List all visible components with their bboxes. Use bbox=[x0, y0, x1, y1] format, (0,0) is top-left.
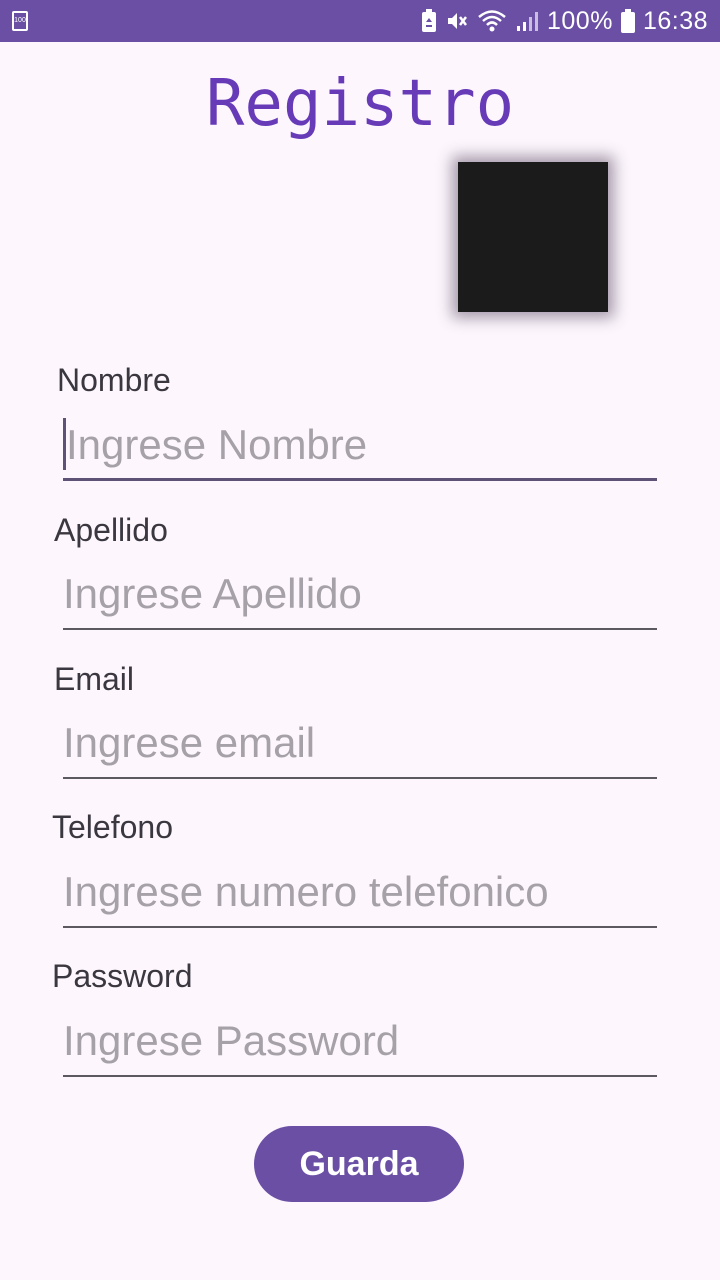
nombre-placeholder: Ingrese Nombre bbox=[66, 421, 368, 468]
battery-notification-label: 100 bbox=[14, 17, 26, 24]
email-label: Email bbox=[54, 661, 135, 697]
telefono-label: Telefono bbox=[52, 809, 173, 845]
page-title: Registro bbox=[205, 67, 515, 141]
clock: 16:38 bbox=[642, 6, 708, 35]
telefono-placeholder: Ingrese numero telefonico bbox=[63, 868, 549, 915]
apellido-input[interactable]: Ingrese Apellido bbox=[63, 564, 657, 630]
text-cursor bbox=[63, 417, 66, 470]
battery-icon bbox=[620, 9, 635, 33]
nombre-input[interactable]: Ingrese Nombre bbox=[63, 415, 657, 481]
registration-screen: 100 100% 16:38 Registro Nombre Ingrese N… bbox=[0, 0, 720, 1280]
apellido-label: Apellido bbox=[54, 512, 168, 548]
status-bar: 100 100% 16:38 bbox=[0, 0, 720, 42]
status-right: 100% 16:38 bbox=[421, 7, 708, 36]
save-button[interactable]: Guarda bbox=[254, 1126, 464, 1202]
battery-saver-icon bbox=[421, 9, 436, 32]
password-label: Password bbox=[52, 958, 193, 994]
telefono-input[interactable]: Ingrese numero telefonico bbox=[63, 862, 657, 928]
battery-percent: 100% bbox=[546, 6, 613, 35]
nombre-label: Nombre bbox=[57, 362, 171, 398]
password-input[interactable]: Ingrese Password bbox=[63, 1011, 657, 1077]
signal-icon bbox=[516, 12, 538, 31]
apellido-placeholder: Ingrese Apellido bbox=[63, 570, 362, 617]
password-placeholder: Ingrese Password bbox=[63, 1017, 400, 1064]
email-placeholder: Ingrese email bbox=[63, 719, 316, 766]
profile-image[interactable] bbox=[458, 162, 608, 312]
wifi-icon bbox=[478, 10, 506, 32]
mute-icon bbox=[447, 13, 467, 29]
battery-notification-icon: 100 bbox=[12, 11, 28, 31]
email-input[interactable]: Ingrese email bbox=[63, 713, 657, 779]
status-left: 100 bbox=[12, 11, 28, 31]
